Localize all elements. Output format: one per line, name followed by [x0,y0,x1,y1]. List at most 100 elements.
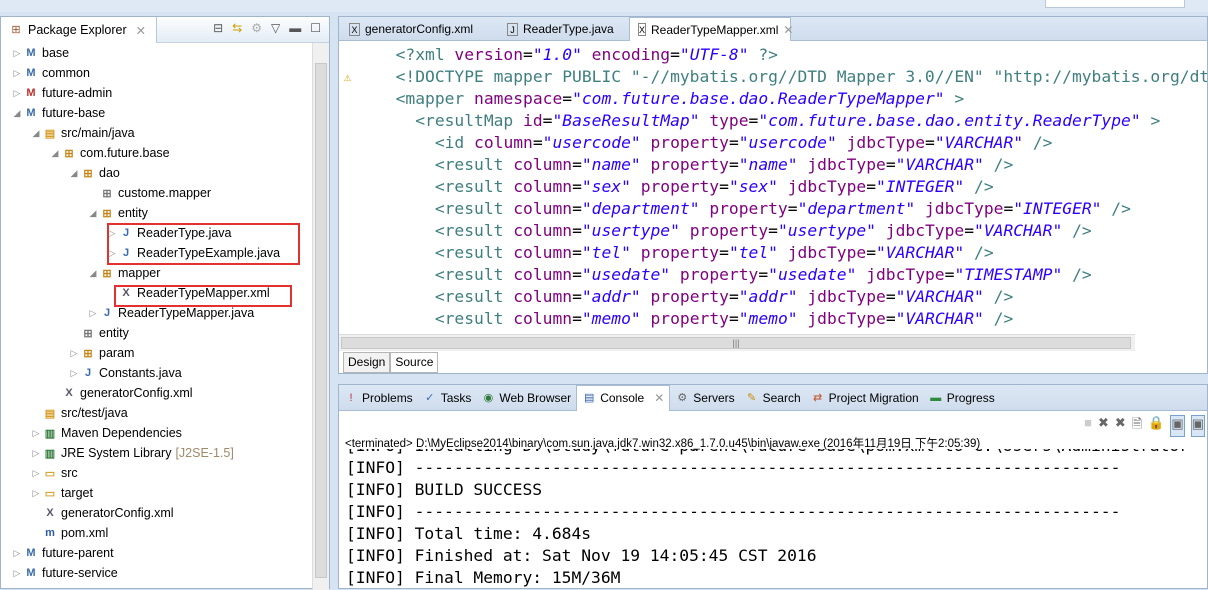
code-token: "INTEGER" [876,177,965,196]
package-icon: ⊞ [83,167,93,180]
explorer-scrollbar[interactable] [312,43,329,590]
code-token: /> [983,155,1014,174]
tree-item[interactable]: m pom.xml [30,523,108,543]
code-line: <resultMap id="BaseResultMap" type="com.… [376,110,1160,132]
tree-item[interactable]: ▷ ▭ target [30,483,93,503]
tree-item-label: base [42,46,70,60]
expanded-arrow-icon[interactable]: ◢ [49,148,61,159]
tree-item[interactable]: ▷ Mfuture-service [11,563,118,583]
filter-icon[interactable]: ⚙ [251,21,262,35]
open-console-icon[interactable]: ▣ [1190,415,1205,437]
collapsed-arrow-icon[interactable]: ▷ [11,48,23,59]
code-token: = [670,45,680,64]
panel-tab[interactable]: ✓ Tasks [418,385,477,411]
source-tab[interactable]: Source [390,352,439,373]
tree-item[interactable]: ▷ Mfuture-parent [11,543,114,563]
tree-item[interactable]: ▷ Mfuture-admin [11,83,113,103]
terminate-icon[interactable]: ■ [1084,415,1092,437]
collapsed-arrow-icon[interactable]: ▷ [68,368,80,379]
tree-item[interactable]: ◢ Mfuture-base [11,103,106,123]
code-token: ?> [748,45,778,64]
package-icon: ⊞ [102,207,112,220]
code-token: = [542,111,553,130]
collapse-all-icon[interactable]: ⊟ [213,21,223,35]
close-icon[interactable]: ✕ [136,23,146,38]
console-line: [INFO] BUILD SUCCESS [346,480,543,499]
expanded-arrow-icon[interactable]: ◢ [87,268,99,279]
collapsed-arrow-icon[interactable]: ▷ [30,428,42,439]
collapsed-arrow-icon[interactable]: ▷ [30,448,42,459]
console-output[interactable]: [INFO] Installing D:\study\future-parent… [339,449,1207,590]
editor-tab[interactable]: J ReaderType.java [499,17,622,41]
xml-source-editor[interactable]: ⚠ <?xml version="1.0" encoding="UTF-8" ?… [339,42,1207,334]
tree-item[interactable]: ⊞ custome.mapper [87,183,211,203]
quick-access-field[interactable] [1045,0,1185,8]
tree-item[interactable]: ▷ ▥ Maven Dependencies [30,423,182,443]
view-menu-icon[interactable]: ▽ [271,21,280,35]
code-token: column [513,199,573,218]
tree-item[interactable]: ⊞ entity [68,323,129,343]
tree-item[interactable]: XgeneratorConfig.xml [30,503,173,523]
panel-tab[interactable]: ✎ Search [740,385,806,411]
panel-tab[interactable]: ! Problems [339,385,418,411]
tree-item[interactable]: ◢ ⊞ dao [68,163,120,183]
tree-item[interactable]: ▷ Mbase [11,43,70,63]
tree-item[interactable]: ◢ ▤ src/main/java [30,123,135,143]
package-explorer-tab[interactable]: ⊞ Package Explorer ✕ [1,17,158,43]
console-line: [INFO] Total time: 4.684s [346,524,592,543]
editor-horizontal-scrollbar[interactable]: ||| [339,334,1135,351]
code-token: = [944,265,955,284]
tree-item[interactable]: ◢ ⊞ com.future.base [49,143,170,163]
editor-tab[interactable]: XgeneratorConfig.xml [341,17,481,41]
collapsed-arrow-icon[interactable]: ▷ [68,348,80,359]
tree-item[interactable]: ▷ ▭ src [30,463,78,483]
collapsed-arrow-icon[interactable]: ▷ [87,308,99,319]
expanded-arrow-icon[interactable]: ◢ [68,168,80,179]
expanded-arrow-icon[interactable]: ◢ [30,128,42,139]
tree-item-label: future-base [42,106,106,120]
code-token: <resultMap [376,111,524,130]
editor-tab[interactable]: X ReaderTypeMapper.xml ✕ [629,17,793,41]
code-token: <result [376,243,514,262]
collapsed-arrow-icon[interactable]: ▷ [11,548,23,559]
minimize-icon[interactable]: ▬ [289,21,301,35]
code-token: "name" [581,155,641,174]
tree-item[interactable]: ▷ J Constants.java [68,363,182,383]
tree-item[interactable]: ◢ ⊞ mapper [87,263,161,283]
collapsed-arrow-icon[interactable]: ▷ [30,468,42,479]
remove-all-terminated-icon[interactable]: ✖ [1115,415,1126,437]
code-token: = [728,309,739,328]
collapsed-arrow-icon[interactable]: ▷ [11,88,23,99]
design-tab[interactable]: Design [343,352,391,373]
tree-item[interactable]: ▷ Mcommon [11,63,90,83]
panel-tab[interactable]: ⇄ Project Migration [806,385,924,411]
tree-item[interactable]: ▷ ▥ JRE System Library [J2SE-1.5] [30,443,234,463]
collapsed-arrow-icon[interactable]: ▷ [30,488,42,499]
code-token: "sex" [581,177,631,196]
close-tab-icon[interactable]: ✕ [783,23,793,37]
tree-item[interactable]: ◢ ⊞ entity [87,203,148,223]
code-token: jdbcType [777,177,867,196]
code-token: "department" [581,199,700,218]
display-selected-console-icon[interactable]: ▣ [1170,415,1185,437]
code-token: "com.future.base.dao.entity.ReaderType" [758,111,1141,130]
maximize-icon[interactable]: ☐ [310,21,321,35]
tree-item-label: src/test/java [61,406,128,420]
expanded-arrow-icon[interactable]: ◢ [87,208,99,219]
scroll-lock-icon[interactable]: 🔒 [1148,415,1164,437]
panel-tab[interactable]: ▤ Console ✕ [576,384,671,411]
code-line: <result column="sex" property="sex" jdbc… [376,176,994,198]
panel-tab[interactable]: ◉ Web Browser [476,385,576,411]
tree-item[interactable]: XgeneratorConfig.xml [49,383,192,403]
expanded-arrow-icon[interactable]: ◢ [11,108,23,119]
collapsed-arrow-icon[interactable]: ▷ [11,568,23,579]
panel-tab[interactable]: ▬ Progress [924,385,1000,411]
clear-console-icon[interactable]: 🗎 [1132,415,1142,437]
tree-item[interactable]: ▤ src/test/java [30,403,128,423]
close-tab-icon[interactable]: ✕ [654,391,664,405]
link-with-editor-icon[interactable]: ⇆ [232,21,242,35]
tree-item[interactable]: ▷ ⊞ param [68,343,135,363]
panel-tab[interactable]: ⚙ Servers [670,385,739,411]
remove-launch-icon[interactable]: ✖ [1098,415,1109,437]
collapsed-arrow-icon[interactable]: ▷ [11,68,23,79]
